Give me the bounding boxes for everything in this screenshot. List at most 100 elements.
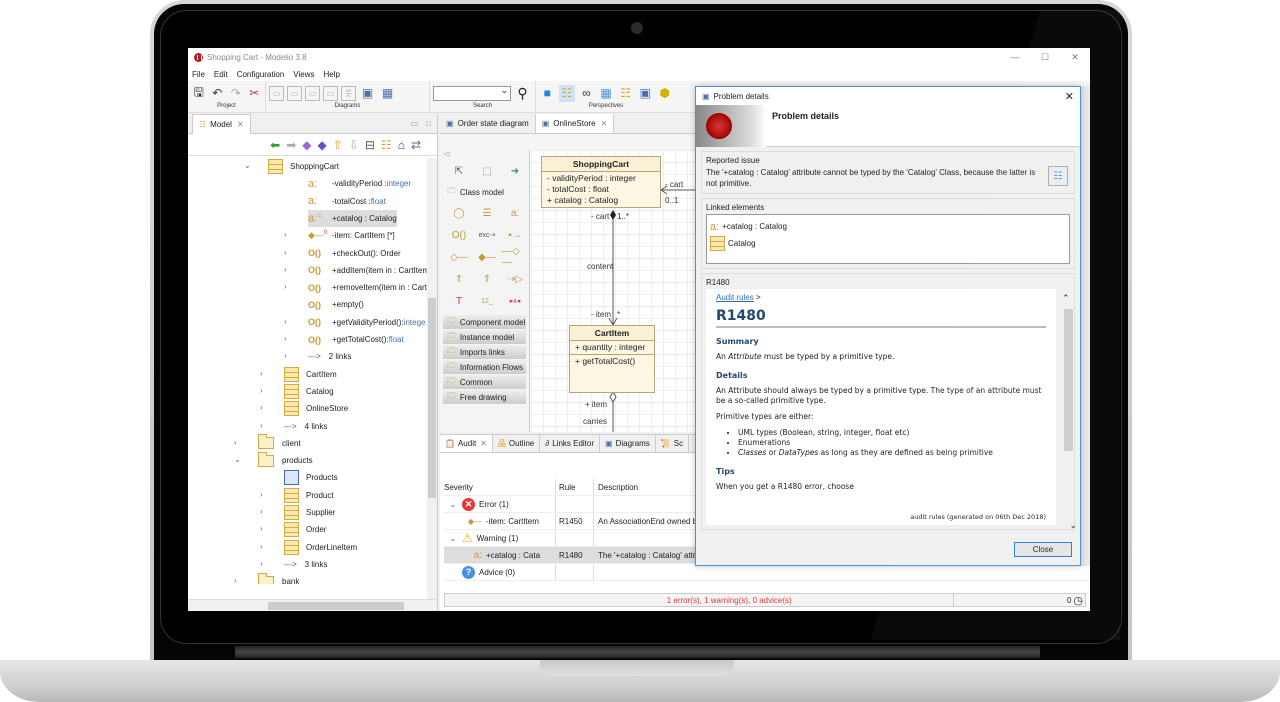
perspective-web-icon[interactable]: ▣: [637, 85, 654, 102]
chevron-right-icon[interactable]: ›: [284, 317, 287, 326]
tree-item[interactable]: O() +addItem(item in : CartItem: [308, 262, 429, 279]
tree-item[interactable]: a: -totalCost : float: [308, 193, 386, 210]
palette-instance-model[interactable]: 🗁 Instance model: [443, 330, 526, 344]
minimize-panel-icon[interactable]: ▭: [411, 119, 419, 128]
tree-item[interactable]: bank: [258, 572, 299, 584]
column-severity[interactable]: Severity: [444, 479, 556, 495]
exception-tool-icon[interactable]: exc⇢: [474, 226, 500, 244]
perspective-model-icon[interactable]: ☷: [558, 84, 576, 102]
tools-icon[interactable]: ✂: [247, 85, 263, 102]
chevron-right-icon[interactable]: ›: [284, 265, 287, 274]
maximize-button[interactable]: ☐: [1030, 52, 1060, 63]
composition-tool-icon[interactable]: ◆—: [474, 248, 500, 266]
clock-icon[interactable]: ◷: [1073, 594, 1083, 607]
collapse-icon[interactable]: ◆: [302, 138, 311, 152]
expand-icon[interactable]: ◆: [318, 138, 327, 152]
tree-horizontal-scrollbar[interactable]: [188, 599, 437, 611]
template-tool-icon[interactable]: T: [446, 292, 472, 310]
perspective-bpmn-icon[interactable]: ⬢: [656, 85, 673, 102]
chevron-right-icon[interactable]: ›: [234, 438, 237, 447]
linked-element[interactable]: a: +catalog : Catalog: [710, 218, 1066, 235]
tree-item[interactable]: ---> 4 links: [284, 418, 327, 435]
navigate-tool-icon[interactable]: ➜: [502, 162, 528, 180]
perspective-requirements-icon[interactable]: ☷: [617, 85, 634, 102]
chevron-down-icon[interactable]: ⌄: [244, 161, 251, 170]
tab-model[interactable]: ☷ Model ✕: [192, 113, 251, 134]
sync-icon[interactable]: ⇄: [411, 138, 421, 152]
perspective-links-icon[interactable]: ∞: [578, 85, 595, 102]
undo-icon[interactable]: ↶: [210, 85, 226, 102]
tree-item[interactable]: client: [258, 434, 301, 452]
association-tool-icon[interactable]: ▪→: [502, 226, 528, 244]
operation-tool-icon[interactable]: O(): [446, 226, 472, 244]
tab-online-store[interactable]: ▣ OnlineStore ✕: [535, 114, 615, 133]
tree-item[interactable]: Product: [284, 487, 334, 504]
up-icon[interactable]: ⇧: [333, 138, 343, 152]
forward-icon[interactable]: ➡: [286, 138, 296, 152]
chevron-down-icon[interactable]: ⌄: [444, 500, 462, 509]
chevron-right-icon[interactable]: ›: [260, 421, 263, 430]
tree-item[interactable]: a:⚠ +catalog : Catalog: [308, 209, 397, 227]
aggregation-tool-icon[interactable]: ◇—: [446, 248, 472, 266]
redo-icon[interactable]: ↷: [228, 85, 244, 102]
audit-rules-link[interactable]: Audit rules: [716, 293, 754, 302]
tab-order-state-diagram[interactable]: ▣ Order state diagram: [440, 114, 536, 133]
save-icon[interactable]: 🖫: [191, 85, 207, 102]
palette-imports-links[interactable]: 🗁 Imports links: [443, 345, 526, 359]
chevron-right-icon[interactable]: ›: [260, 386, 263, 395]
palette-common[interactable]: 🗁 Common: [443, 375, 526, 389]
menu-edit[interactable]: Edit: [214, 70, 228, 79]
association-class-tool-icon[interactable]: —◇—: [502, 246, 528, 268]
chevron-right-icon[interactable]: ›: [260, 542, 263, 551]
show-in-model-button[interactable]: ☷: [1048, 166, 1068, 186]
rule-scrollbar[interactable]: ⌃ ⌄: [1062, 293, 1077, 531]
class-tool-icon[interactable]: ☰: [474, 204, 500, 222]
perspective-modeling-icon[interactable]: ■: [539, 85, 556, 102]
realization-tool-icon[interactable]: ⇢▷: [502, 270, 528, 288]
diagram-new-icon[interactable]: ▣: [359, 85, 376, 102]
new-class-diagram-icon[interactable]: ▭: [269, 85, 284, 101]
close-button[interactable]: Close: [1014, 542, 1072, 557]
palette-information-flows[interactable]: 🗁 Information Flows: [443, 360, 526, 374]
tab-links-editor[interactable]: ∂ Links Editor: [540, 435, 601, 452]
linked-element[interactable]: Catalog: [710, 235, 1066, 252]
generalization-new-tool-icon[interactable]: ⇑: [446, 270, 472, 288]
tab-script[interactable]: 📜 Sc: [656, 435, 690, 452]
attribute-tool-icon[interactable]: a:: [502, 204, 528, 222]
tree-vertical-scrollbar[interactable]: [427, 158, 437, 599]
palette-free-drawing[interactable]: 🗁 Free drawing: [443, 390, 526, 404]
select-tool-icon[interactable]: ⇱: [446, 162, 472, 180]
tree-item[interactable]: ---> 2 links: [308, 348, 351, 365]
package-tool-icon[interactable]: ◯: [446, 204, 472, 222]
chevron-right-icon[interactable]: ›: [260, 507, 263, 516]
tree-item[interactable]: O() +getValidityPeriod(): intege: [308, 314, 425, 331]
tree-item[interactable]: O() +empty(): [308, 296, 364, 313]
chevron-right-icon[interactable]: ›: [284, 334, 287, 343]
tree-item[interactable]: products: [258, 451, 313, 469]
chevron-right-icon[interactable]: ›: [260, 524, 263, 533]
chevron-right-icon[interactable]: ›: [234, 576, 237, 584]
tree-item[interactable]: O() +checkOut(): Order: [308, 245, 401, 262]
tree-item[interactable]: ◆—0 -item: CartItem [*]: [308, 227, 395, 244]
new-usecase-diagram-icon[interactable]: 웃: [341, 85, 356, 101]
back-icon[interactable]: ⬅: [270, 138, 280, 152]
class-cart-item[interactable]: CartItem + quantity : integer + getTotal…: [569, 325, 655, 393]
palette-component-model[interactable]: 🗁 Component model: [443, 315, 526, 329]
home-icon[interactable]: ⌂: [398, 138, 405, 152]
perspective-matrix-icon[interactable]: ▦: [598, 85, 615, 102]
close-button[interactable]: ✕: [1060, 52, 1090, 63]
audit-row-advice-group[interactable]: ? Advice (0): [444, 564, 1090, 581]
tree-item[interactable]: O() +getTotalCost(): float: [308, 331, 404, 348]
dialog-close-icon[interactable]: ✕: [1065, 90, 1074, 103]
chevron-right-icon[interactable]: ›: [260, 369, 263, 378]
chevron-right-icon[interactable]: ›: [260, 403, 263, 412]
enum-tool-icon[interactable]: ▸x◂: [502, 292, 528, 310]
tree-item[interactable]: OrderLineItem: [284, 539, 357, 556]
menu-views[interactable]: Views: [293, 70, 314, 79]
search-icon[interactable]: ⚲: [514, 85, 531, 102]
scroll-down-icon[interactable]: ⌄: [1070, 520, 1078, 531]
new-structure-diagram-icon[interactable]: ▭: [287, 85, 302, 101]
chevron-right-icon[interactable]: ›: [284, 282, 287, 291]
tree-item[interactable]: OnlineStore: [284, 400, 348, 417]
palette-collapse-icon[interactable]: ◁: [440, 150, 529, 158]
